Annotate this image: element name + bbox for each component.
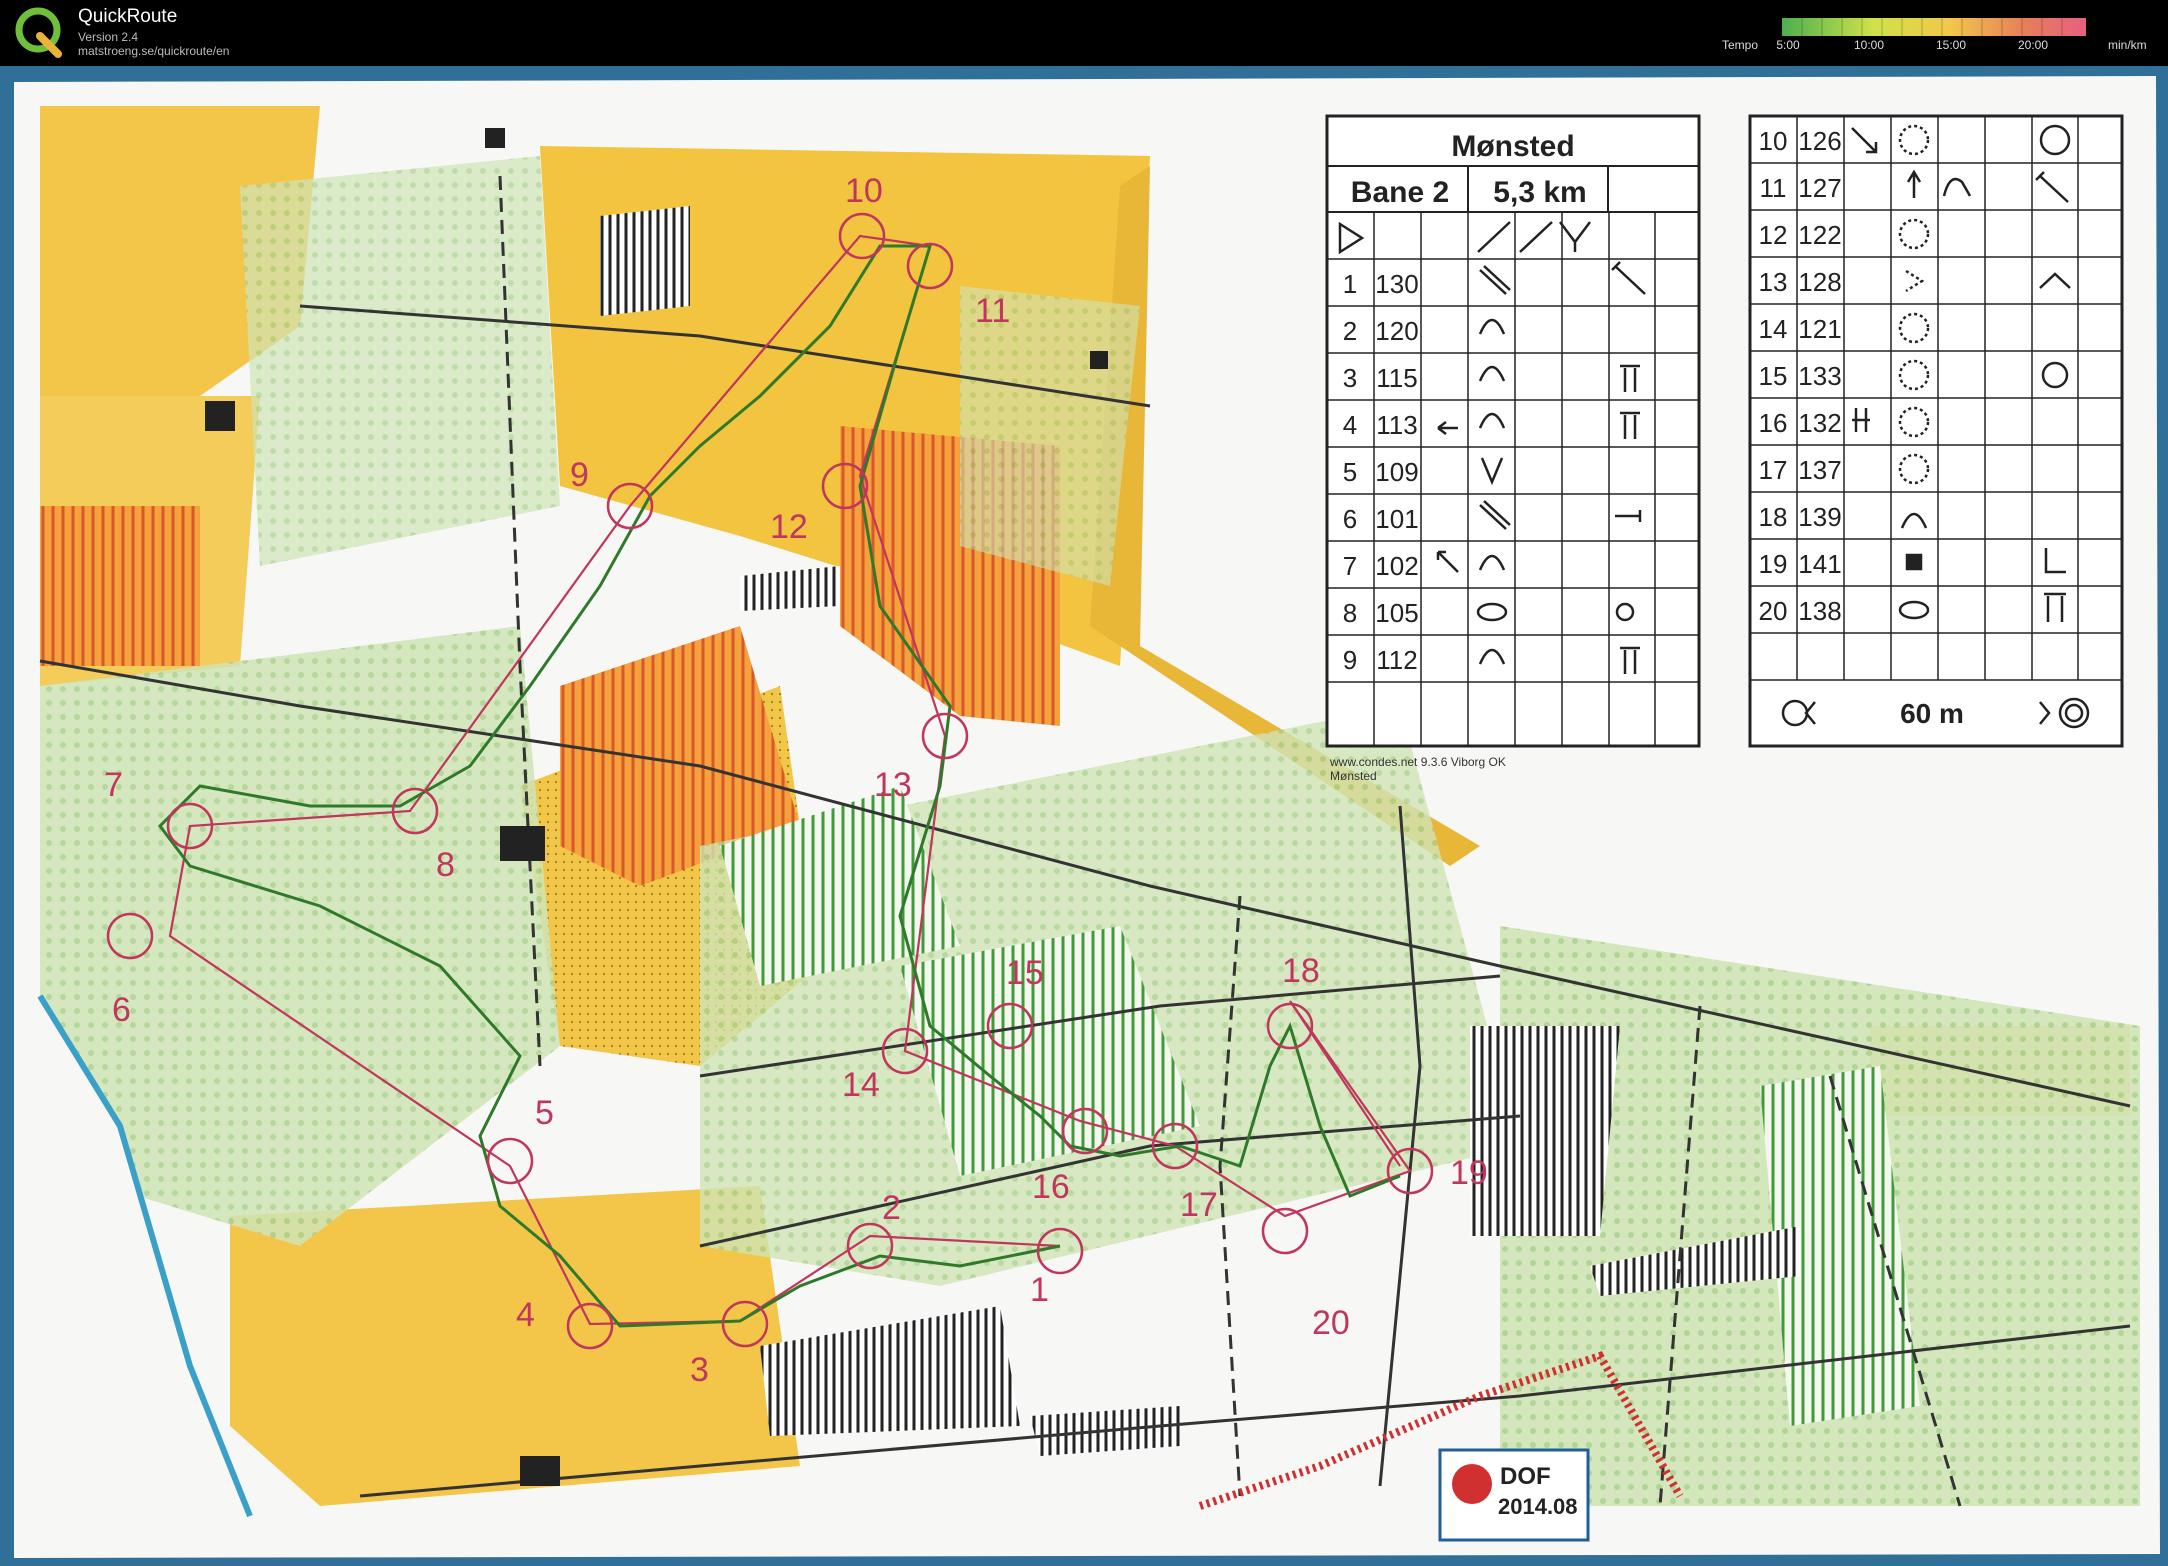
sheet-row-number: 4 [1343, 410, 1357, 440]
sheet-row-code: 113 [1376, 410, 1417, 440]
sheet-row-code: 126 [1798, 126, 1841, 156]
tempo-tick: 10:00 [1853, 38, 1885, 52]
tempo-tick: 5:00 [1776, 38, 1800, 52]
control-number-6: 6 [112, 991, 131, 1029]
sheet-row-number: 12 [1759, 220, 1788, 250]
sheet-row-number: 17 [1759, 455, 1788, 485]
sheet-row-number: 15 [1759, 361, 1788, 391]
sheet-row-number: 14 [1759, 314, 1788, 344]
sheet-row-code: 137 [1798, 455, 1841, 485]
control-number-19: 19 [1450, 1154, 1488, 1192]
sheet-footer: www.condes.net 9.3.6 Viborg OK [1329, 755, 1506, 769]
control-number-10: 10 [845, 172, 883, 210]
app-url[interactable]: matstroeng.se/quickroute/en [78, 44, 229, 58]
sheet-row-code: 115 [1376, 363, 1417, 393]
app-header: QuickRoute Version 2.4 matstroeng.se/qui… [0, 0, 2168, 66]
control-number-1: 1 [1030, 1271, 1049, 1309]
control-number-3: 3 [690, 1351, 709, 1389]
sheet-row-number: 7 [1343, 551, 1357, 581]
sheet-row-code: 112 [1376, 645, 1417, 675]
tempo-tick: 20:00 [2017, 38, 2049, 52]
tempo-unit: min/km [2108, 38, 2147, 52]
sheet-row-code: 133 [1798, 361, 1841, 391]
sheet-row-code: 139 [1798, 502, 1841, 532]
sheet-row-code: 121 [1798, 314, 1841, 344]
sheet-row-number: 20 [1759, 596, 1788, 626]
sheet-row-code: 120 [1375, 316, 1418, 346]
app-version: Version 2.4 [78, 30, 139, 44]
sheet-row-number: 5 [1343, 457, 1357, 487]
sheet-row-code: 132 [1798, 408, 1841, 438]
dof-badge: DOF 2014.08 [1438, 1448, 1590, 1542]
sheet-row-code: 105 [1375, 598, 1418, 628]
control-number-18: 18 [1282, 952, 1320, 990]
dof-label: DOF [1500, 1463, 1551, 1490]
sheet-row-code: 130 [1375, 269, 1418, 299]
sheet-event-name: Mønsted [1451, 130, 1574, 163]
sheet-row-code: 122 [1798, 220, 1841, 250]
control-number-13: 13 [874, 766, 912, 804]
control-number-11: 11 [975, 292, 1010, 330]
app-title: QuickRoute [78, 6, 178, 27]
dof-logo-icon [1452, 1464, 1492, 1504]
sheet-row-code: 128 [1798, 267, 1841, 297]
orienteering-map[interactable]: 1 2 3 4 5 6 7 8 9 10 11 12 13 14 15 16 1… [0, 66, 2168, 1566]
sheet-row-code: 101 [1375, 504, 1418, 534]
sheet-row-code: 102 [1375, 551, 1418, 581]
sheet-row-number: 16 [1759, 408, 1788, 438]
control-number-5: 5 [535, 1094, 554, 1132]
quickroute-logo-icon [15, 7, 62, 58]
tempo-label: Tempo [1722, 38, 1759, 52]
sheet-course-length: 5,3 km [1493, 176, 1586, 209]
sheet-row-number: 2 [1343, 316, 1357, 346]
sheet-row-number: 11 [1760, 173, 1787, 203]
sheet-row-number: 10 [1759, 126, 1788, 156]
dof-code: 2014.08 [1498, 1494, 1578, 1519]
control-number-4: 4 [516, 1296, 535, 1334]
sheet-footer-event: Mønsted [1330, 769, 1377, 783]
sheet-row-number: 19 [1759, 549, 1788, 579]
sheet-row-code: 141 [1798, 549, 1841, 579]
control-number-15: 15 [1006, 954, 1044, 992]
sheet-row-number: 6 [1343, 504, 1357, 534]
tempo-gradient-bar [1782, 18, 2086, 36]
building-icon [1905, 553, 1923, 571]
control-number-17: 17 [1180, 1186, 1218, 1224]
control-number-16: 16 [1032, 1168, 1070, 1206]
tempo-tick: 15:00 [1935, 38, 1967, 52]
control-number-12: 12 [770, 508, 808, 546]
control-number-7: 7 [104, 766, 123, 804]
sheet-row-number: 13 [1759, 267, 1788, 297]
control-number-8: 8 [436, 846, 455, 884]
sheet-row-number: 1 [1343, 269, 1357, 299]
control-number-14: 14 [842, 1066, 880, 1104]
control-number-2: 2 [882, 1189, 901, 1227]
sheet-row-code: 138 [1798, 596, 1841, 626]
finish-distance: 60 m [1900, 698, 1964, 729]
sheet-course-name: Bane 2 [1351, 176, 1449, 209]
sheet-row-number: 9 [1343, 645, 1357, 675]
control-number-9: 9 [570, 456, 589, 494]
sheet-row-number: 3 [1343, 363, 1357, 393]
sheet-row-code: 109 [1375, 457, 1418, 487]
sheet-row-number: 18 [1759, 502, 1788, 532]
sheet-row-number: 8 [1343, 598, 1357, 628]
sheet-row-code: 127 [1798, 173, 1841, 203]
control-number-20: 20 [1312, 1304, 1350, 1342]
